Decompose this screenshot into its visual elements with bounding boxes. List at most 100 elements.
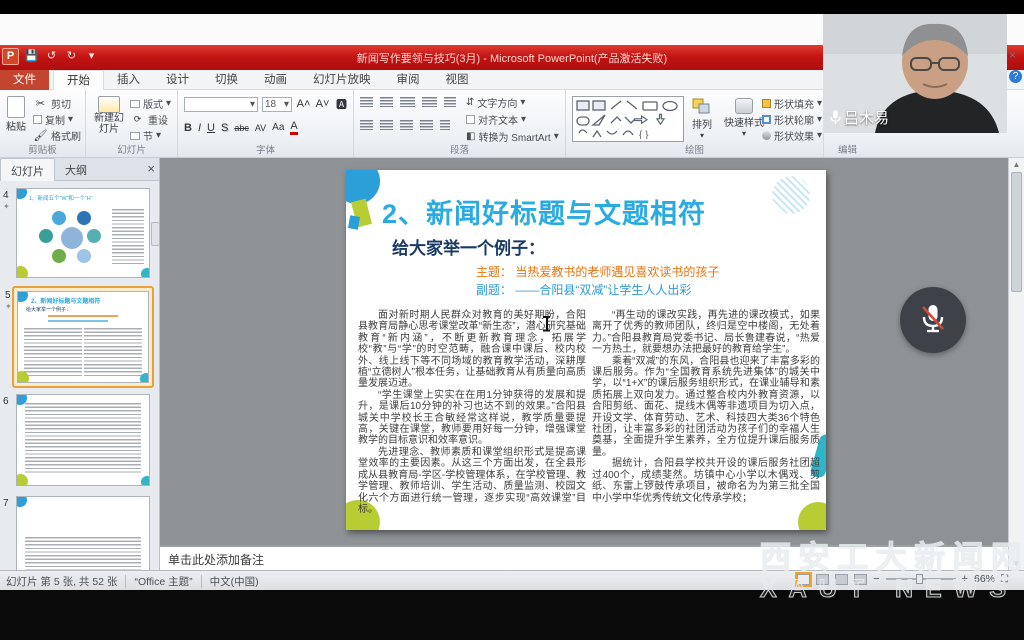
transition-star-icon: ✦ — [3, 202, 10, 211]
tab-design[interactable]: 设计 — [153, 70, 202, 90]
panel-splitter-handle[interactable] — [151, 222, 160, 246]
scrollbar-thumb[interactable] — [1011, 172, 1022, 292]
zoom-slider[interactable] — [886, 578, 956, 580]
scroll-up-icon[interactable]: ▲ — [1009, 160, 1024, 169]
group-font: ▾ 18▾ A˄ A˅ 🅰 B I U S abc AV Aa A 字体 — [178, 90, 354, 157]
scissors-icon: ✂ — [33, 97, 48, 110]
increase-indent-icon[interactable] — [422, 97, 437, 107]
zoom-slider-handle[interactable] — [916, 574, 923, 584]
zoom-percentage[interactable]: 66% — [974, 573, 995, 585]
font-name-combobox[interactable]: ▾ — [184, 97, 258, 112]
shape-fill-button[interactable]: 形状填充 ▾ — [762, 97, 822, 110]
character-spacing-button[interactable]: AV — [255, 123, 266, 133]
strikethrough-button[interactable]: abc — [234, 123, 249, 133]
language-indicator[interactable]: 中文(中国) — [210, 574, 259, 589]
thumb-deco — [17, 371, 29, 383]
tab-transitions[interactable]: 切换 — [202, 70, 251, 90]
notes-placeholder: 单击此处添加备注 — [168, 553, 264, 567]
thumb-subtitle: 给大家举一个例子： — [26, 306, 71, 313]
new-slide-button[interactable]: 新建幻灯片 — [90, 96, 128, 135]
clear-formatting-icon[interactable]: 🅰 — [334, 96, 349, 112]
decrease-indent-icon[interactable] — [400, 97, 415, 107]
slide-thumbnail-4[interactable]: 4 ✦ 1、新闻五个“W”和一个“H” — [16, 188, 150, 278]
slide-thumbnail-6[interactable]: 6 — [16, 394, 150, 486]
shapes-gallery[interactable]: { } — [572, 96, 684, 142]
group-slides: 新建幻灯片 版式 ▾ ⟳重设 节 ▾ 幻灯片 — [86, 90, 178, 157]
tab-file[interactable]: 文件 — [0, 70, 49, 90]
tab-insert[interactable]: 插入 — [104, 70, 153, 90]
tab-review[interactable]: 审阅 — [384, 70, 433, 90]
top-letterbox — [0, 0, 1024, 14]
bold-button[interactable]: B — [184, 122, 192, 134]
scroll-down-icon[interactable]: ▼ — [1009, 559, 1024, 568]
bullets-icon[interactable] — [360, 97, 373, 107]
close-icon[interactable]: × — [1009, 48, 1016, 62]
slide-subtitle-line: 副题： ——合阳县“双减”让学生人人出彩 — [476, 281, 691, 298]
reading-view-button[interactable] — [835, 574, 848, 585]
screen: P 💾 ↺ ↻ ▾ 新闻写作要领与技巧(3月) - Microsoft Powe… — [0, 0, 1024, 640]
change-case-button[interactable]: Aa — [272, 122, 284, 133]
slide-sorter-view-button[interactable] — [816, 574, 829, 585]
font-color-button[interactable]: A — [290, 120, 297, 135]
line-spacing-icon[interactable] — [444, 97, 456, 107]
paste-icon — [7, 96, 25, 118]
cut-button[interactable]: ✂剪切 — [33, 97, 81, 110]
text-shadow-button[interactable]: S — [221, 122, 228, 134]
shape-outline-button[interactable]: 形状轮廓 ▾ — [762, 113, 822, 126]
align-left-icon[interactable] — [360, 120, 373, 130]
text-cursor — [542, 316, 551, 331]
participant-video[interactable]: 吕木易 — [823, 14, 1007, 133]
layout-button[interactable]: 版式 ▾ — [130, 97, 171, 110]
reset-button[interactable]: ⟳重设 — [130, 113, 171, 126]
shape-effects-button[interactable]: 形状效果 ▾ — [762, 129, 822, 142]
underline-button[interactable]: U — [207, 122, 215, 134]
slideshow-view-button[interactable] — [854, 574, 867, 585]
numbering-icon[interactable] — [380, 97, 393, 107]
quick-styles-button[interactable]: 快速样式▾ — [724, 98, 764, 138]
fit-to-window-icon[interactable]: ⛶ — [1001, 574, 1008, 585]
tab-outline[interactable]: 大纲 — [55, 158, 97, 181]
align-right-icon[interactable] — [400, 120, 413, 130]
thumb-title: 1、新闻五个“W”和一个“H” — [29, 194, 93, 202]
text-direction-button[interactable]: ⇵文字方向 ▾ — [466, 96, 559, 109]
tab-view[interactable]: 视图 — [433, 70, 482, 90]
shape-fill-icon — [762, 99, 771, 108]
zoom-out-icon[interactable]: − — [873, 573, 879, 585]
align-center-icon[interactable] — [380, 120, 393, 130]
vertical-scrollbar[interactable]: ▲ ▼ — [1008, 158, 1024, 570]
slide-topic-line: 主题： 当热爱教书的老师遇见喜欢读书的孩子 — [476, 263, 719, 280]
tab-animations[interactable]: 动画 — [251, 70, 300, 90]
section-button[interactable]: 节 ▾ — [130, 129, 171, 142]
tab-slides-thumbnails[interactable]: 幻灯片 — [0, 158, 55, 181]
paste-button[interactable]: 粘贴 — [6, 96, 26, 133]
current-slide[interactable]: 2、新闻好标题与文题相符 给大家举一个例子： 主题： 当热爱教书的老师遇见喜欢读… — [346, 170, 826, 530]
shrink-font-icon[interactable]: A˅ — [315, 98, 330, 110]
smartart-icon: ◧ — [466, 131, 475, 142]
align-text-icon — [466, 115, 475, 124]
justify-icon[interactable] — [420, 120, 433, 130]
arrange-button[interactable]: 排列▾ — [692, 98, 712, 140]
grow-font-icon[interactable]: A˄ — [296, 98, 311, 110]
quick-styles-icon — [735, 98, 753, 114]
layout-icon — [130, 100, 140, 108]
font-size-combobox[interactable]: 18▾ — [262, 97, 292, 112]
tab-slideshow[interactable]: 幻灯片放映 — [300, 70, 384, 90]
align-text-button[interactable]: 对齐文本 ▾ — [466, 113, 559, 126]
thumb-deco — [16, 266, 28, 278]
slide-deco-hatch — [772, 176, 810, 214]
format-painter-button[interactable]: 🖌格式刷 — [33, 129, 81, 142]
zoom-in-icon[interactable]: + — [962, 573, 968, 585]
help-icon[interactable]: ? — [1009, 70, 1022, 83]
tab-home[interactable]: 开始 — [53, 70, 104, 90]
columns-icon[interactable] — [440, 120, 450, 130]
slide-thumbnail-7[interactable]: 7 — [16, 496, 150, 570]
panel-close-icon[interactable]: × — [147, 161, 155, 176]
italic-button[interactable]: I — [198, 122, 201, 134]
normal-view-button[interactable] — [797, 574, 810, 585]
thumb-text-lines — [25, 403, 141, 473]
muted-mic-icon — [920, 303, 946, 337]
copy-button[interactable]: 复制 ▾ — [33, 113, 81, 126]
notes-pane[interactable]: 单击此处添加备注 — [160, 545, 1008, 570]
slide-thumbnail-5-selected[interactable]: 5 ✦ 2、新闻好标题与文题相符 给大家举一个例子： — [12, 286, 154, 388]
microphone-mute-button[interactable] — [900, 287, 966, 353]
